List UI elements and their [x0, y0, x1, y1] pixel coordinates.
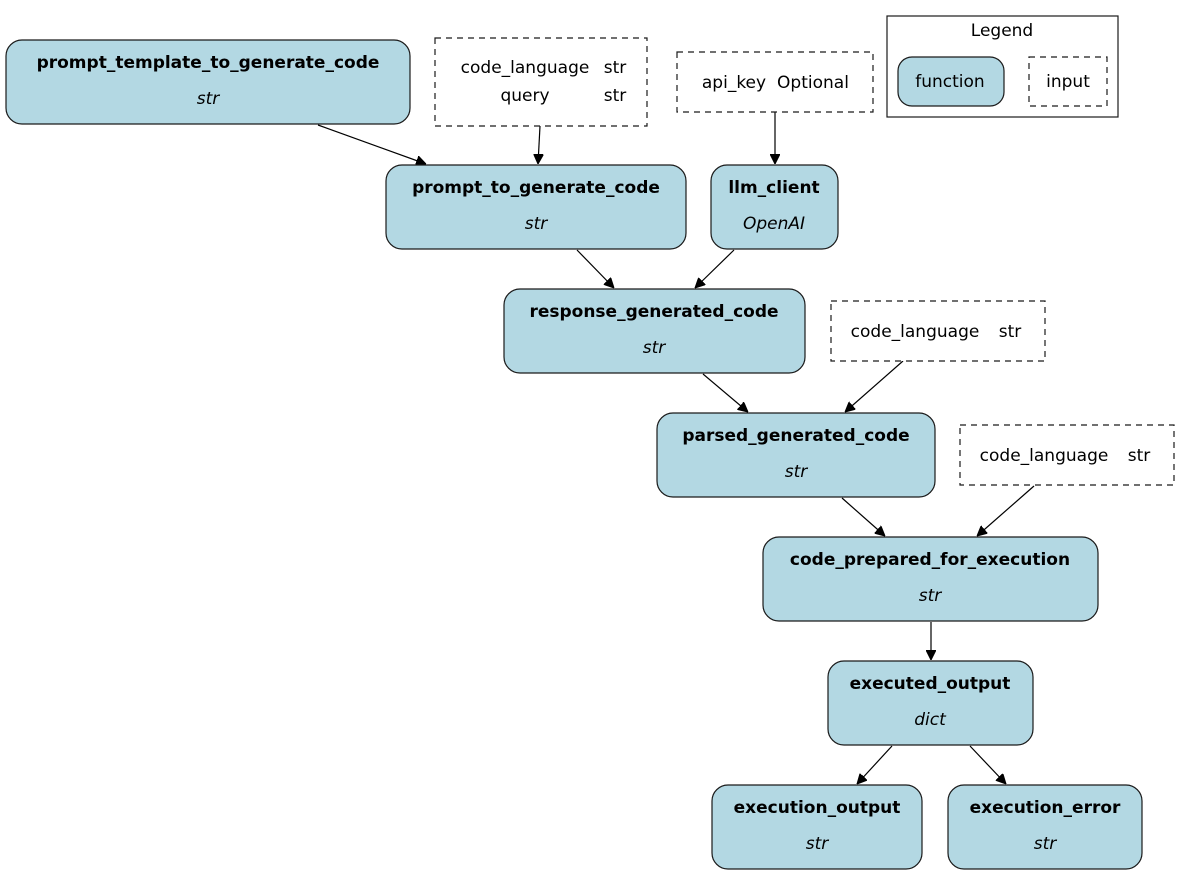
node-type: str — [785, 462, 809, 482]
legend-title: Legend — [971, 21, 1033, 41]
edge-parse-inputs-to-parsed — [845, 360, 904, 412]
edge-prompt-inputs-to-prompt — [538, 125, 540, 164]
node-name: executed_output — [850, 674, 1011, 694]
edge-llm-client-to-response — [695, 249, 735, 288]
dag-diagram: code_language str query str api_key Opti… — [5, 15, 1175, 870]
input-name: code_language — [980, 446, 1109, 466]
input-type: str — [999, 322, 1022, 342]
function-node-parsed-generated-code[interactable]: parsed_generated_code str — [656, 412, 936, 498]
function-node-code-prepared-for-execution[interactable]: code_prepared_for_execution str — [762, 536, 1099, 622]
node-type: dict — [914, 710, 947, 730]
node-type: str — [643, 338, 667, 358]
node-name: response_generated_code — [529, 302, 778, 322]
function-node-llm-client[interactable]: llm_client OpenAI — [710, 164, 839, 250]
node-name: prompt_to_generate_code — [412, 178, 660, 198]
input-type: str — [604, 58, 627, 78]
node-name: prompt_template_to_generate_code — [37, 53, 380, 73]
edge-prompt-to-response — [576, 249, 614, 288]
input-node-prepare-inputs[interactable]: code_language str — [959, 424, 1175, 486]
node-type: str — [919, 586, 943, 606]
node-name: llm_client — [728, 178, 819, 198]
function-node-response-generated-code[interactable]: response_generated_code str — [503, 288, 806, 374]
legend-item-function: function — [897, 56, 1005, 107]
legend-item-input: input — [1028, 56, 1108, 107]
node-name: execution_output — [734, 798, 901, 818]
function-node-execution-error[interactable]: execution_error str — [947, 784, 1143, 870]
function-node-prompt-to-generate-code[interactable]: prompt_to_generate_code str — [385, 164, 687, 250]
edge-template-to-prompt — [317, 124, 426, 164]
input-name: code_language — [461, 58, 590, 78]
node-type: str — [197, 89, 221, 109]
function-node-prompt-template-to-generate-code[interactable]: prompt_template_to_generate_code str — [5, 39, 411, 125]
node-name: parsed_generated_code — [682, 426, 909, 446]
input-name: query — [500, 86, 549, 106]
legend-input-label: input — [1046, 72, 1090, 92]
edge-parsed-to-prepared — [841, 497, 885, 536]
legend: Legend function input — [886, 15, 1119, 118]
node-name: execution_error — [970, 798, 1121, 818]
input-name: api_key — [702, 73, 766, 93]
edge-response-to-parsed — [702, 373, 748, 412]
function-node-executed-output[interactable]: executed_output dict — [827, 660, 1034, 746]
node-type: str — [806, 834, 830, 854]
legend-function-label: function — [915, 72, 984, 92]
input-type: Optional — [777, 73, 849, 93]
node-type: str — [525, 214, 549, 234]
input-name: code_language — [851, 322, 980, 342]
edge-executed-to-execution-output — [857, 745, 893, 784]
node-type: OpenAI — [743, 214, 805, 234]
node-name: code_prepared_for_execution — [790, 550, 1070, 570]
input-node-llm-inputs[interactable]: api_key Optional — [676, 51, 874, 113]
input-type: str — [1128, 446, 1151, 466]
node-type: str — [1034, 834, 1058, 854]
input-type: str — [604, 86, 627, 106]
edge-prepare-inputs-to-prepared — [977, 485, 1035, 536]
input-node-parse-inputs[interactable]: code_language str — [830, 300, 1046, 362]
function-node-execution-output[interactable]: execution_output str — [711, 784, 923, 870]
input-node-prompt-inputs[interactable]: code_language str query str — [434, 37, 648, 127]
edge-executed-to-execution-error — [969, 745, 1006, 784]
